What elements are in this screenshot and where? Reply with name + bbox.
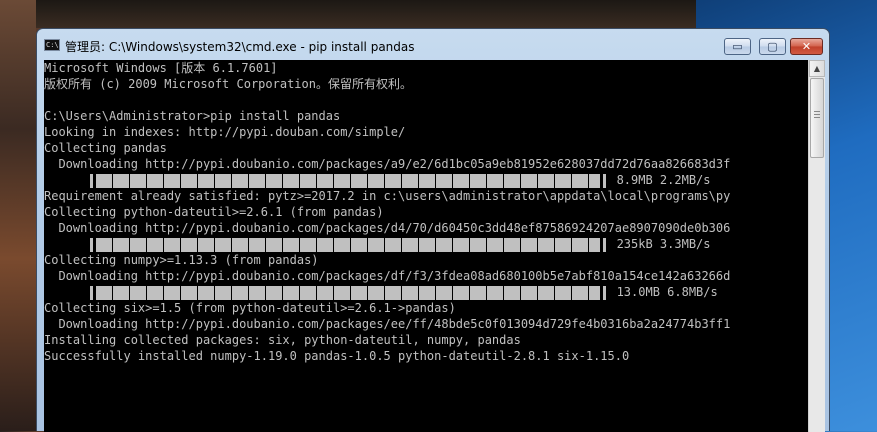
console-line: Installing collected packages: six, pyth…: [44, 333, 521, 347]
scroll-up-button[interactable]: ▲: [809, 60, 825, 77]
progress-bar-right-edge: [603, 285, 607, 300]
progress-stats: 13.0MB 6.8MB/s: [609, 285, 718, 299]
progress-bar-fill: [96, 237, 601, 252]
console-line: Looking in indexes: http://pypi.douban.c…: [44, 125, 406, 139]
console-line: C:\Users\Administrator>pip install panda…: [44, 109, 341, 123]
console-line: 版权所有 (c) 2009 Microsoft Corporation。保留所有…: [44, 77, 412, 91]
progress-bar-left-edge: [90, 285, 94, 300]
close-button[interactable]: ✕: [790, 38, 823, 55]
progress-stats: 235kB 3.3MB/s: [609, 237, 711, 251]
progress-bar-left-edge: [90, 237, 94, 252]
cmd-app-icon[interactable]: C:\: [44, 39, 60, 51]
progress-bar-left-edge: [90, 173, 94, 188]
progress-bar: [87, 285, 609, 300]
console-line: Requirement already satisfied: pytz>=201…: [44, 189, 731, 203]
vertical-scrollbar[interactable]: ▲: [808, 60, 825, 432]
window-title: 管理员: C:\Windows\system32\cmd.exe - pip i…: [65, 40, 415, 54]
cmd-window: C:\ 管理员: C:\Windows\system32\cmd.exe - p…: [36, 28, 830, 432]
console-line: Collecting python-dateutil>=2.6.1 (from …: [44, 205, 384, 219]
progress-bar-right-edge: [603, 173, 607, 188]
minimize-button[interactable]: ▭: [724, 38, 751, 55]
console-lines: Microsoft Windows [版本 6.1.7601] 版权所有 (c) …: [44, 60, 730, 364]
progress-bar-right-edge: [603, 237, 607, 252]
desktop-background-top: [36, 0, 696, 28]
download-progress-line: 13.0MB 6.8MB/s: [44, 284, 730, 300]
thumb-grip-icon: [814, 111, 820, 112]
console-line: Downloading http://pypi.doubanio.com/pac…: [44, 157, 731, 171]
console-line: Downloading http://pypi.doubanio.com/pac…: [44, 221, 731, 235]
desktop-background-left: [0, 0, 36, 431]
progress-indent: [44, 173, 87, 187]
console-line: Downloading http://pypi.doubanio.com/pac…: [44, 269, 731, 283]
scroll-thumb[interactable]: [810, 78, 824, 158]
download-progress-line: 8.9MB 2.2MB/s: [44, 172, 730, 188]
progress-bar: [87, 173, 609, 188]
maximize-button[interactable]: ▢: [759, 38, 786, 55]
progress-bar-fill: [96, 173, 601, 188]
console-line: Collecting six>=1.5 (from python-dateuti…: [44, 301, 456, 315]
progress-bar: [87, 237, 609, 252]
console-line: Downloading http://pypi.doubanio.com/pac…: [44, 317, 731, 331]
console-line: Microsoft Windows [版本 6.1.7601]: [44, 61, 278, 75]
console-output[interactable]: Microsoft Windows [版本 6.1.7601] 版权所有 (c) …: [44, 60, 808, 432]
download-progress-line: 235kB 3.3MB/s: [44, 236, 730, 252]
progress-bar-fill: [96, 285, 601, 300]
progress-indent: [44, 285, 87, 299]
console-line: Successfully installed numpy-1.19.0 pand…: [44, 349, 630, 363]
console-line: Collecting numpy>=1.13.3 (from pandas): [44, 253, 319, 267]
console-line: Collecting pandas: [44, 141, 167, 155]
progress-indent: [44, 237, 87, 251]
title-bar[interactable]: C:\ 管理员: C:\Windows\system32\cmd.exe - p…: [37, 29, 829, 59]
progress-stats: 8.9MB 2.2MB/s: [609, 173, 711, 187]
